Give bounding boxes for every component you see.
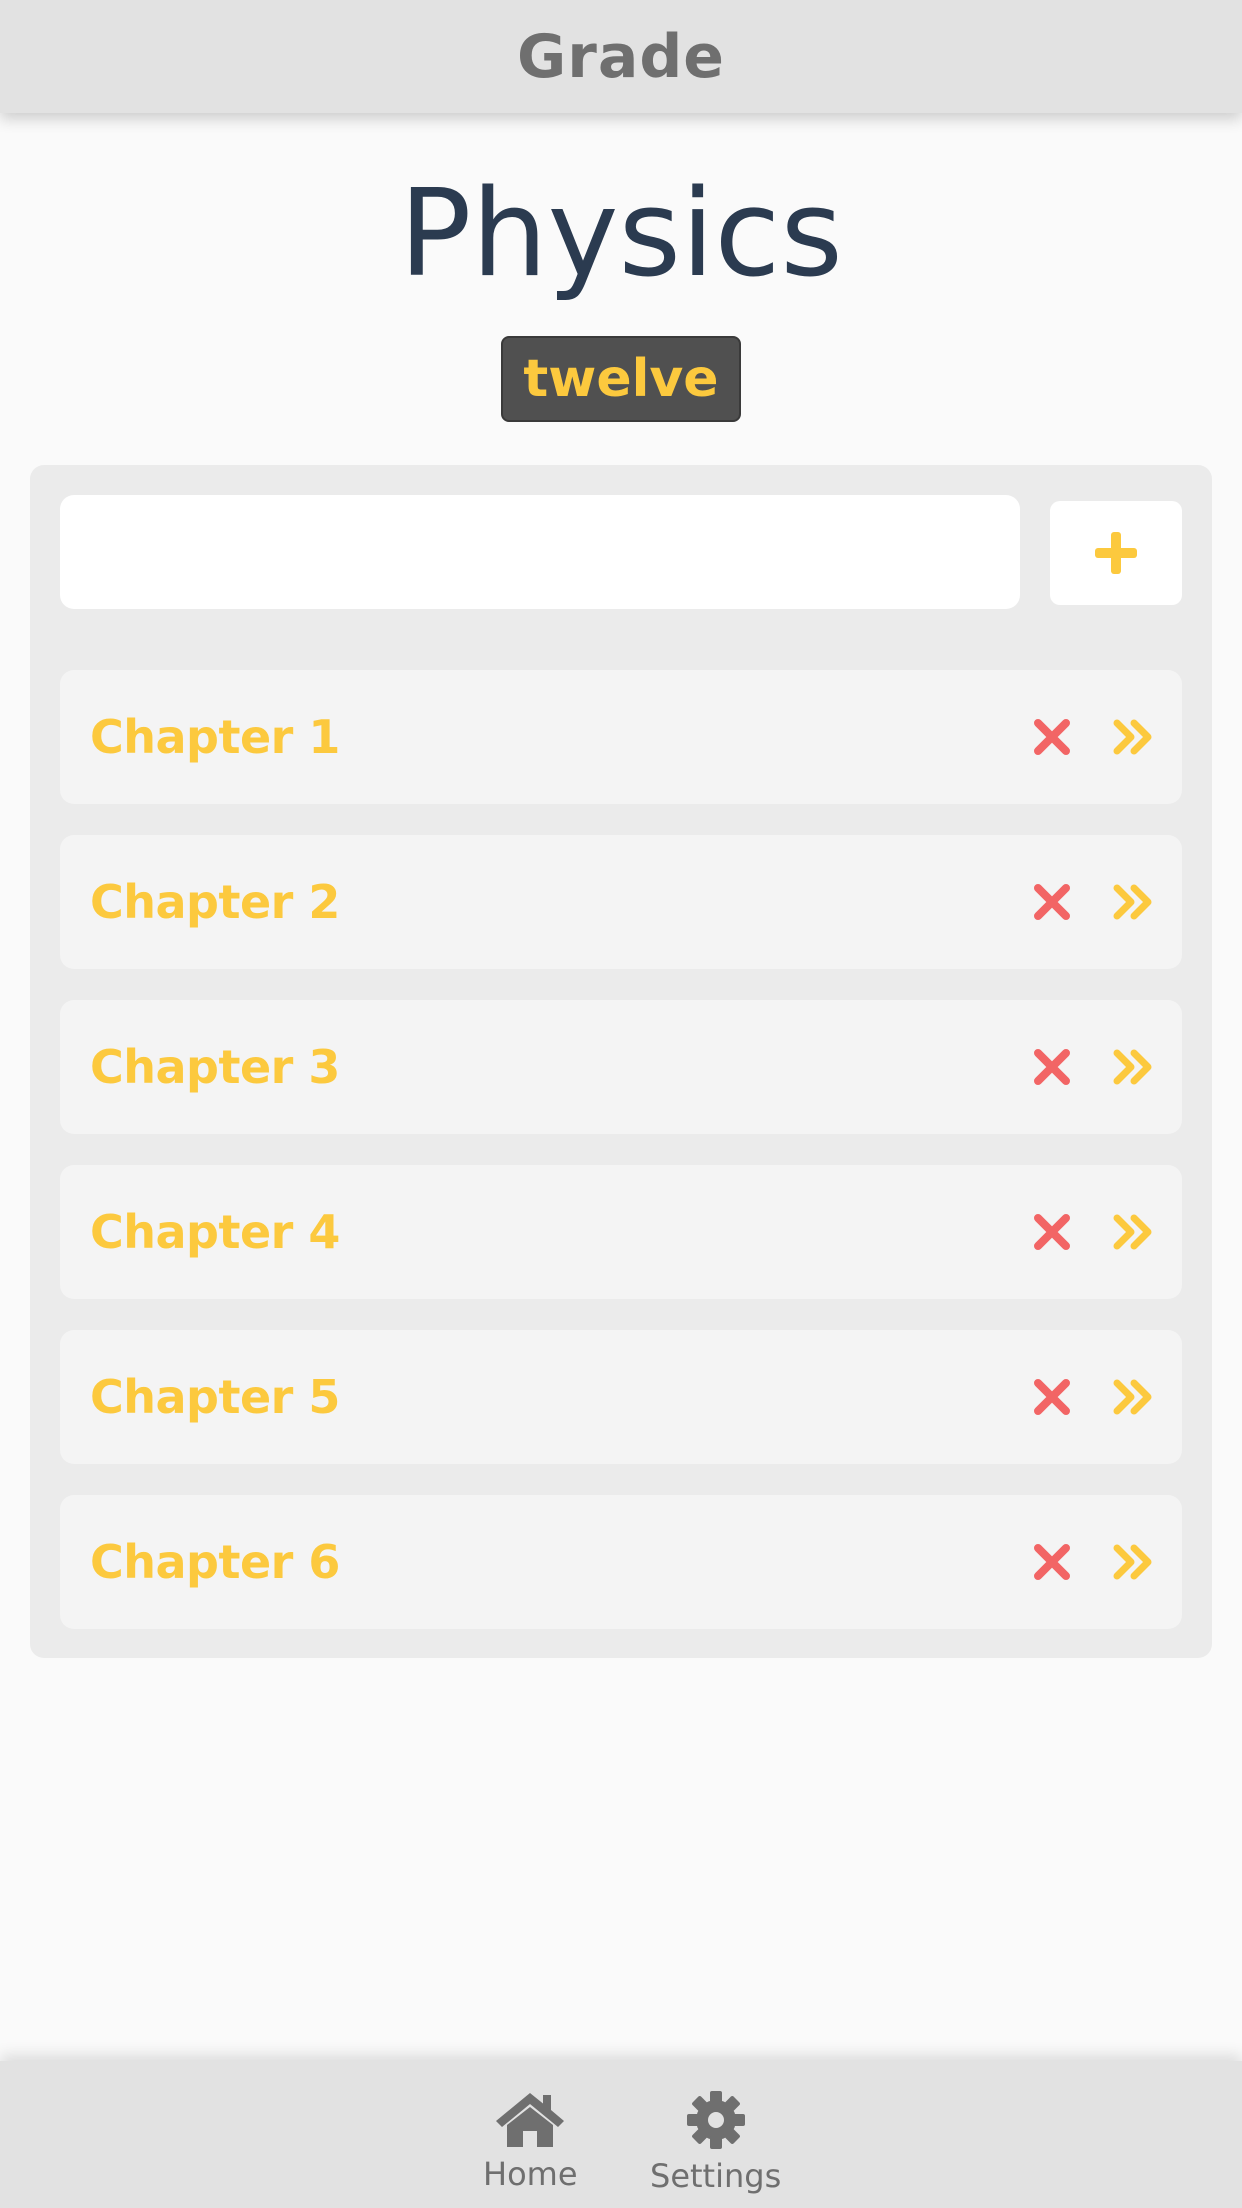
delete-chapter-button[interactable] (1030, 1045, 1074, 1089)
double-chevron-right-icon (1113, 1214, 1152, 1250)
chapter-name-input[interactable] (60, 495, 1020, 609)
chapter-label: Chapter 3 (90, 1040, 340, 1094)
chapter-row[interactable]: Chapter 5 (60, 1330, 1182, 1464)
close-icon (1034, 1544, 1070, 1580)
open-chapter-button[interactable] (1112, 1375, 1156, 1419)
chapter-row[interactable]: Chapter 4 (60, 1165, 1182, 1299)
double-chevron-right-icon (1113, 1379, 1152, 1415)
chapter-row[interactable]: Chapter 1 (60, 670, 1182, 804)
open-chapter-button[interactable] (1112, 715, 1156, 759)
nav-home-label: Home (483, 2155, 578, 2193)
app-bar-title: Grade (517, 21, 725, 92)
close-icon (1034, 1214, 1070, 1250)
close-icon (1034, 1379, 1070, 1415)
chapter-label: Chapter 4 (90, 1205, 340, 1259)
home-icon (496, 2093, 565, 2147)
grade-badge: twelve (501, 336, 741, 422)
double-chevron-right-icon (1113, 1544, 1152, 1580)
chapter-row[interactable]: Chapter 2 (60, 835, 1182, 969)
double-chevron-right-icon (1113, 1049, 1152, 1085)
chapter-row[interactable]: Chapter 3 (60, 1000, 1182, 1134)
close-icon (1034, 719, 1070, 755)
bottom-nav-bar: Home Settings (0, 2061, 1242, 2208)
open-chapter-button[interactable] (1112, 880, 1156, 924)
delete-chapter-button[interactable] (1030, 1540, 1074, 1584)
delete-chapter-button[interactable] (1030, 1375, 1074, 1419)
grade-badge-label: twelve (523, 349, 719, 409)
nav-settings-label: Settings (650, 2157, 782, 2195)
close-icon (1034, 1049, 1070, 1085)
delete-chapter-button[interactable] (1030, 715, 1074, 759)
double-chevron-right-icon (1113, 719, 1152, 755)
chapter-row[interactable]: Chapter 6 (60, 1495, 1182, 1629)
open-chapter-button[interactable] (1112, 1210, 1156, 1254)
gear-icon (686, 2091, 745, 2149)
chapter-label: Chapter 2 (90, 875, 340, 929)
add-chapter-button[interactable] (1050, 501, 1182, 605)
chapter-label: Chapter 1 (90, 710, 340, 764)
close-icon (1034, 884, 1070, 920)
double-chevron-right-icon (1113, 884, 1152, 920)
delete-chapter-button[interactable] (1030, 1210, 1074, 1254)
delete-chapter-button[interactable] (1030, 880, 1074, 924)
chapters-panel: Chapter 1 Chapter 2 Chapter 3 Chapter 4 Chap… (30, 465, 1212, 1658)
nav-home[interactable]: Home (483, 2089, 578, 2193)
plus-icon (1095, 532, 1137, 574)
chapter-label: Chapter 5 (90, 1370, 340, 1424)
nav-settings[interactable]: Settings (650, 2089, 781, 2195)
subject-title: Physics (399, 165, 843, 304)
open-chapter-button[interactable] (1112, 1045, 1156, 1089)
open-chapter-button[interactable] (1112, 1540, 1156, 1584)
chapter-label: Chapter 6 (90, 1535, 340, 1589)
top-app-bar: Grade (0, 0, 1242, 113)
